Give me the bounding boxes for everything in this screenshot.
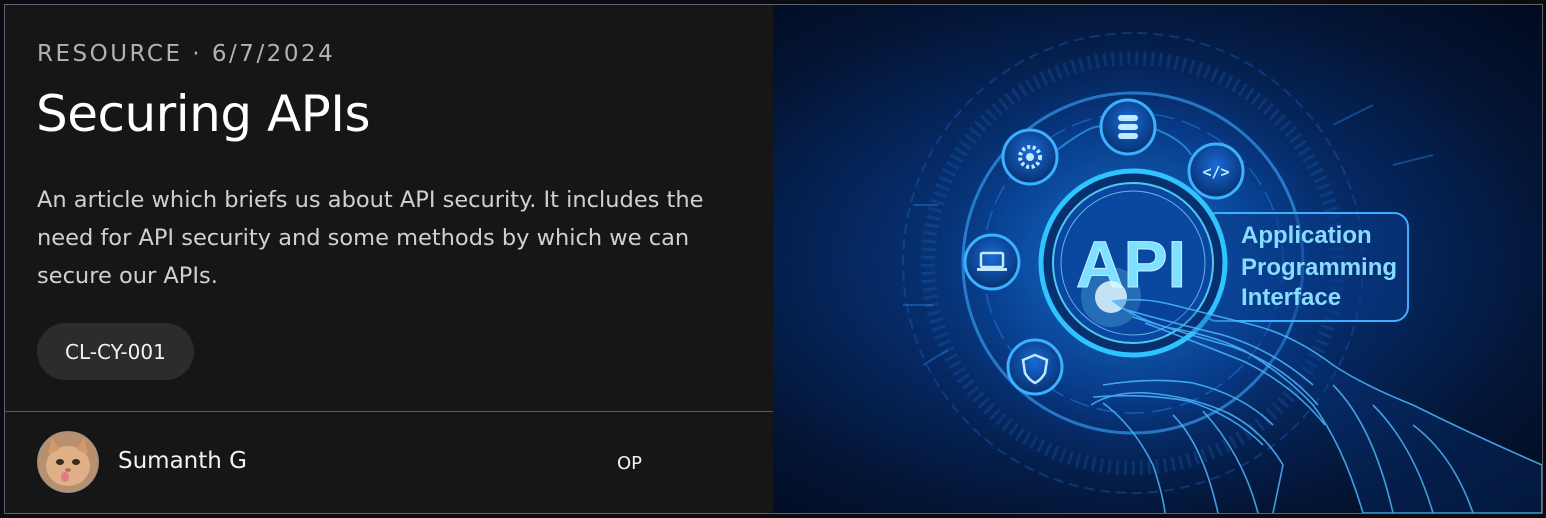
card-footer: Sumanth G OP [37,431,737,495]
laptop-icon [963,233,1021,291]
code-icon: </> [1187,142,1245,200]
shield-icon [1006,338,1064,396]
divider [5,411,773,412]
category-label: RESOURCE [37,41,183,67]
side-text-line-3: Interface [1241,284,1341,311]
gear-icon [1001,128,1059,186]
card-title[interactable]: Securing APIs [36,85,371,143]
database-icon [1099,98,1157,156]
post-date: 6/7/2024 [211,41,336,67]
side-text-line-1: Application [1241,222,1372,249]
card-content: RESOURCE · 6/7/2024 Securing APIs An art… [5,5,773,513]
resource-card[interactable]: RESOURCE · 6/7/2024 Securing APIs An art… [4,4,1543,514]
svg-text:</>: </> [1202,163,1229,181]
tag-chip[interactable]: CL-CY-001 [37,323,194,380]
api-illustration: </> API Application Programming Interfac… [902,32,1542,513]
cat-photo-avatar [38,432,98,492]
avatar[interactable] [37,431,99,493]
meta-separator: · [192,41,203,67]
op-badge: OP [617,453,643,474]
author-name[interactable]: Sumanth G [118,448,247,474]
card-description: An article which briefs us about API sec… [37,187,704,289]
card-meta: RESOURCE · 6/7/2024 [37,41,335,67]
banner-image: </> API Application Programming Interfac… [773,5,1542,513]
side-text-line-2: Programming [1241,254,1397,281]
